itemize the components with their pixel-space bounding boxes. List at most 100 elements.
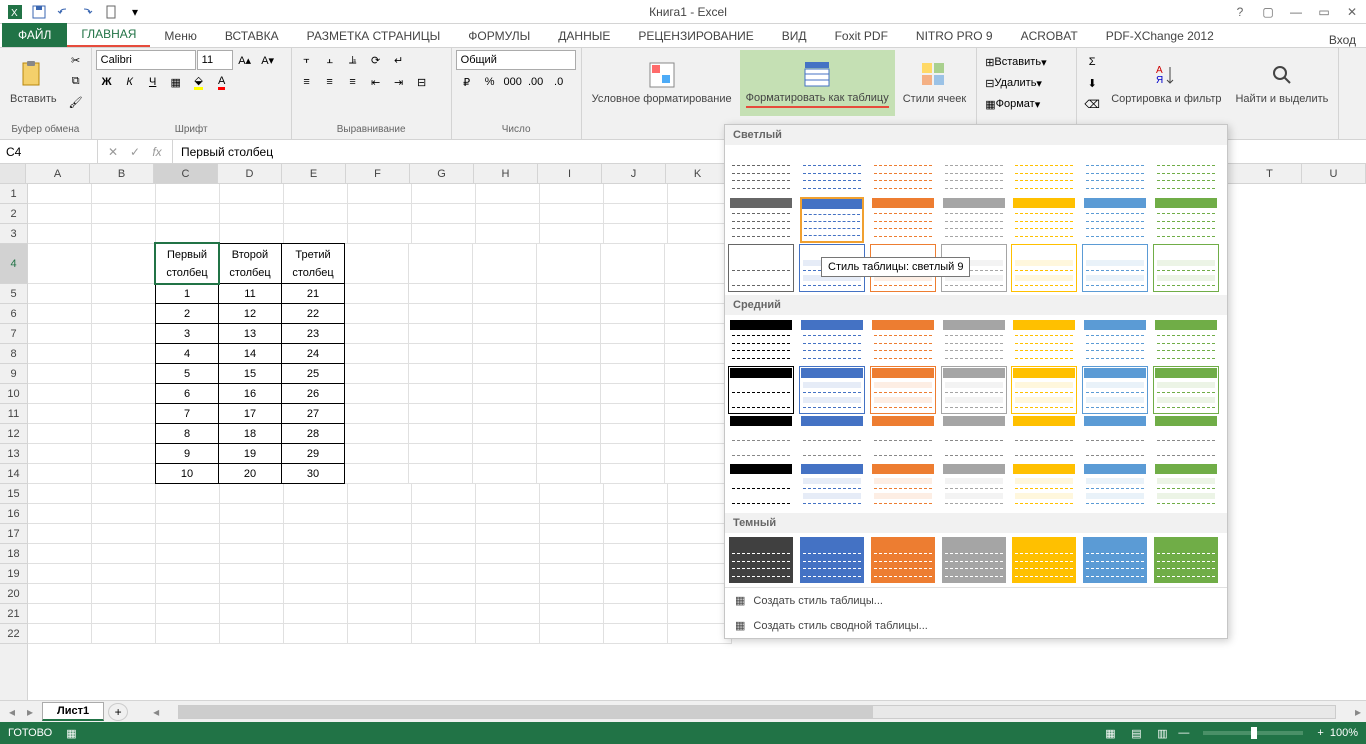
cell-K6[interactable] [665,304,729,324]
cell-D18[interactable] [220,544,284,564]
cell-D16[interactable] [220,504,284,524]
cell-J10[interactable] [601,384,665,404]
cell-C1[interactable] [156,184,220,204]
cell-B10[interactable] [92,384,156,404]
cell-K9[interactable] [665,364,729,384]
zoom-level[interactable]: 100% [1330,727,1358,739]
cell-B19[interactable] [92,564,156,584]
cell-C12[interactable]: 8 [155,423,219,444]
tab-formulas[interactable]: ФОРМУЛЫ [454,25,544,47]
cell-J13[interactable] [601,444,665,464]
cell-I14[interactable] [537,464,601,484]
cell-B12[interactable] [92,424,156,444]
new-table-style[interactable]: ▦Создать стиль таблицы... [725,588,1227,613]
cell-F4[interactable] [345,244,409,284]
cell-F13[interactable] [345,444,409,464]
align-middle[interactable]: ⫠ [319,50,341,70]
cell-D10[interactable]: 16 [218,383,282,404]
cell-K14[interactable] [665,464,729,484]
cell-G7[interactable] [409,324,473,344]
cell-B16[interactable] [92,504,156,524]
cell-K15[interactable] [668,484,732,504]
col-header-F[interactable]: F [346,164,410,183]
number-format-combo[interactable]: Общий [456,50,576,70]
cell-A15[interactable] [28,484,92,504]
col-header-G[interactable]: G [410,164,474,183]
cell-E22[interactable] [284,624,348,644]
help-button[interactable]: ? [1230,2,1250,22]
cell-I17[interactable] [540,524,604,544]
cell-F19[interactable] [348,564,412,584]
cell-A18[interactable] [28,544,92,564]
font-color-button[interactable]: A [211,72,233,92]
cell-A19[interactable] [28,564,92,584]
cell-I2[interactable] [540,204,604,224]
hscroll-thumb[interactable] [179,706,873,718]
col-header-B[interactable]: B [90,164,154,183]
cell-J19[interactable] [604,564,668,584]
cell-F14[interactable] [345,464,409,484]
currency-button[interactable]: ₽ [456,72,478,92]
cell-B8[interactable] [92,344,156,364]
cell-E13[interactable]: 29 [281,443,345,464]
add-sheet-button[interactable]: + [108,703,128,721]
cell-B21[interactable] [92,604,156,624]
cell-D3[interactable] [220,224,284,244]
cell-G16[interactable] [412,504,476,524]
cell-C6[interactable]: 2 [155,303,219,324]
cell-G14[interactable] [409,464,473,484]
cell-C21[interactable] [156,604,220,624]
sort-filter-button[interactable]: АЯ Сортировка и фильтр [1105,50,1227,116]
cell-F22[interactable] [348,624,412,644]
cell-G20[interactable] [412,584,476,604]
cell-D20[interactable] [220,584,284,604]
table-style-thumb[interactable] [871,367,935,413]
cell-B2[interactable] [92,204,156,224]
cell-E5[interactable]: 21 [281,283,345,304]
table-style-thumb[interactable] [942,367,1006,413]
cell-C4[interactable]: Первый столбец [155,243,219,284]
cell-styles-button[interactable]: Стили ячеек [897,50,972,116]
cell-J15[interactable] [604,484,668,504]
tab-insert[interactable]: ВСТАВКА [211,25,293,47]
cell-C8[interactable]: 4 [155,343,219,364]
row-header-6[interactable]: 6 [0,304,27,324]
row-header-9[interactable]: 9 [0,364,27,384]
cell-C15[interactable] [156,484,220,504]
cell-G6[interactable] [409,304,473,324]
cell-D1[interactable] [220,184,284,204]
table-style-thumb[interactable] [729,245,793,291]
cell-F12[interactable] [345,424,409,444]
grow-font-button[interactable]: A▴ [234,50,256,70]
tab-pdfxchange[interactable]: PDF-XChange 2012 [1092,25,1228,47]
cell-H8[interactable] [473,344,537,364]
cell-B9[interactable] [92,364,156,384]
table-style-thumb[interactable] [1154,415,1218,461]
underline-button[interactable]: Ч [142,72,164,92]
row-header-15[interactable]: 15 [0,484,27,504]
orientation[interactable]: ⟳ [365,50,387,70]
align-left[interactable]: ≡ [296,72,318,92]
cell-K22[interactable] [668,624,732,644]
cell-E21[interactable] [284,604,348,624]
cell-H4[interactable] [473,244,537,284]
table-style-thumb[interactable] [1012,197,1076,243]
table-style-thumb[interactable] [1012,537,1076,583]
cell-A5[interactable] [28,284,92,304]
increase-indent[interactable]: ⇥ [388,72,410,92]
row-header-4[interactable]: 4 [0,244,27,284]
wrap-text[interactable]: ↵ [388,50,410,70]
cell-A16[interactable] [28,504,92,524]
table-style-thumb[interactable] [1083,149,1147,195]
table-style-thumb[interactable] [800,367,864,413]
table-style-thumb[interactable] [729,149,793,195]
cell-G17[interactable] [412,524,476,544]
cell-G18[interactable] [412,544,476,564]
macro-record-icon[interactable]: ▦ [66,727,76,740]
cell-K18[interactable] [668,544,732,564]
cell-J6[interactable] [601,304,665,324]
cell-E14[interactable]: 30 [281,463,345,484]
tab-menu[interactable]: Меню [150,25,210,47]
name-box[interactable]: C4 [0,140,98,163]
cell-I19[interactable] [540,564,604,584]
